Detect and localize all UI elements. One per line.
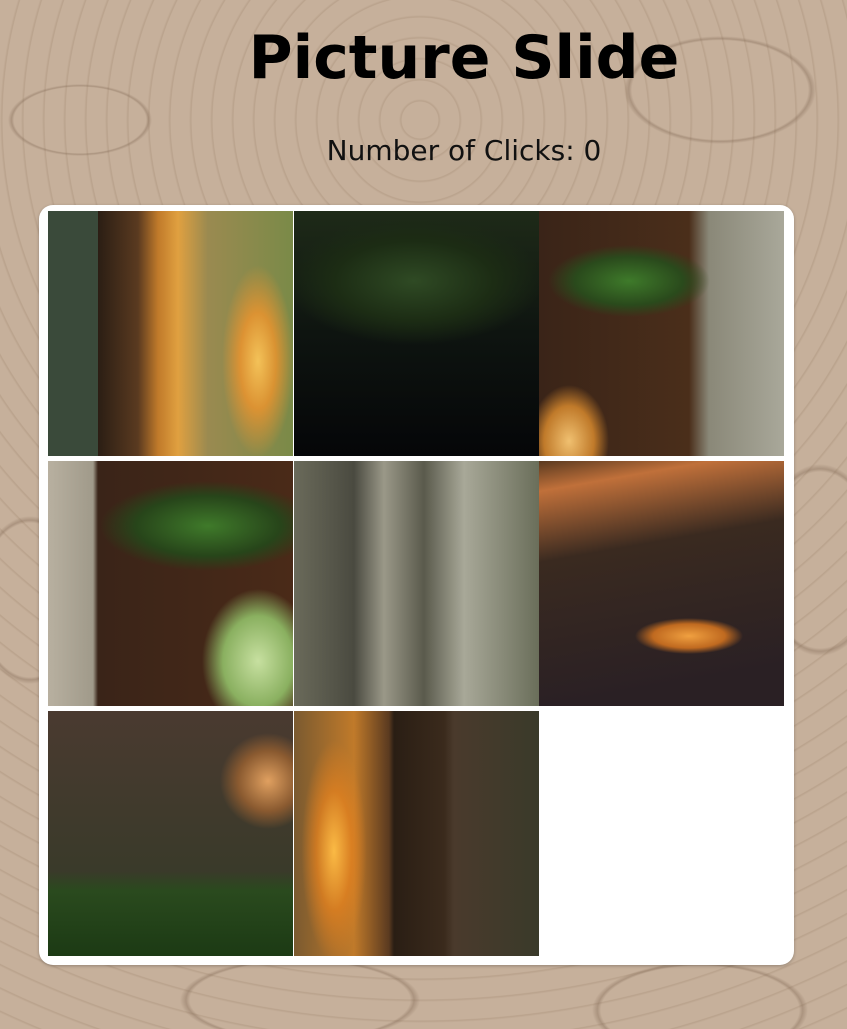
puzzle-board: [39, 205, 794, 965]
puzzle-empty-slot: [539, 711, 784, 956]
puzzle-tile-forest-path[interactable]: [539, 461, 784, 706]
page-title: Picture Slide: [248, 23, 680, 93]
puzzle-tile-forest-floor[interactable]: [48, 711, 293, 956]
puzzle-tile-portal-left-edge[interactable]: [48, 211, 293, 456]
puzzle-tile-blurred-forest[interactable]: [294, 461, 539, 706]
click-counter: Number of Clicks: 0: [326, 134, 602, 167]
puzzle-tile-portal-right-edge[interactable]: [294, 711, 539, 956]
puzzle-tile-arch-top-right[interactable]: [539, 211, 784, 456]
puzzle-tile-dark-foliage[interactable]: [294, 211, 539, 456]
puzzle-tile-arch-top-left[interactable]: [48, 461, 293, 706]
